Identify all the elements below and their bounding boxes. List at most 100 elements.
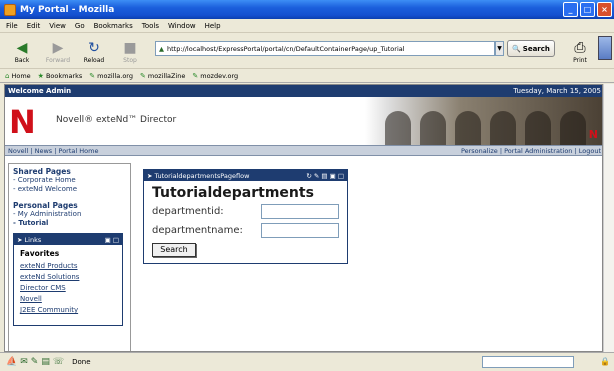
favorite-link[interactable]: J2EE Community bbox=[20, 305, 116, 316]
menu-view[interactable]: View bbox=[49, 22, 66, 30]
favorites-title: Favorites bbox=[20, 249, 60, 258]
search-icon: 🔍 bbox=[512, 44, 521, 53]
refresh-icon[interactable]: ↻ bbox=[306, 172, 311, 180]
home-icon: ⌂ bbox=[5, 71, 10, 80]
menu-tools[interactable]: Tools bbox=[142, 22, 159, 30]
portlet-controls: ↻ ✎ ▤ ▣ □ bbox=[306, 172, 344, 180]
page-content: Welcome Admin Tuesday, March 15, 2005 N … bbox=[4, 84, 603, 352]
departmentid-input[interactable] bbox=[261, 204, 339, 219]
departmentid-label: departmentid: bbox=[152, 206, 224, 217]
back-arrow-icon: ◀ bbox=[16, 40, 28, 56]
activity-throbber bbox=[598, 36, 612, 60]
reload-label: Reload bbox=[83, 57, 105, 64]
status-bar: ⛵ ✉ ✎ ▤ ☏ Done 🔒 bbox=[0, 352, 614, 371]
bookmark-mozilla-org[interactable]: ✎ mozilla.org bbox=[89, 72, 133, 80]
minimize-button[interactable]: _ bbox=[563, 2, 578, 17]
page-favicon-icon: ▲ bbox=[159, 44, 164, 53]
minimize-portlet-icon[interactable]: ▣ bbox=[330, 172, 336, 180]
welcome-text: Welcome Admin bbox=[8, 87, 72, 95]
url-text: http://localhost/ExpressPortal/portal/cn… bbox=[167, 44, 405, 53]
stop-icon: ■ bbox=[123, 40, 137, 56]
menu-bookmarks[interactable]: Bookmarks bbox=[94, 22, 133, 30]
departmentname-row: departmentname: bbox=[152, 221, 339, 240]
edit-icon[interactable]: ✎ bbox=[314, 172, 319, 180]
menu-bar: File Edit View Go Bookmarks Tools Window… bbox=[0, 19, 614, 33]
bookmark-mozillazine-label: mozillaZine bbox=[147, 71, 186, 80]
tutorial-portlet-header-title: TutorialdepartmentsPageflow bbox=[154, 171, 250, 180]
progress-area bbox=[482, 356, 574, 368]
maximize-portlet-icon[interactable]: □ bbox=[338, 172, 344, 180]
forward-label: Forward bbox=[45, 57, 71, 64]
bookmark-home[interactable]: ⌂ Home bbox=[5, 72, 31, 80]
reload-button[interactable]: ↻ Reload bbox=[76, 33, 112, 67]
personal-page-link-active[interactable]: - Tutorial bbox=[13, 219, 126, 228]
portlet-arrow-icon: ➤ bbox=[17, 235, 23, 244]
stop-label: Stop bbox=[123, 57, 137, 64]
bookmark-mozdev[interactable]: ✎ mozdev.org bbox=[192, 72, 238, 80]
mozilla-app-icon bbox=[4, 3, 16, 16]
menu-go[interactable]: Go bbox=[75, 22, 85, 30]
status-text: Done bbox=[72, 358, 91, 366]
maximize-portlet-icon[interactable]: □ bbox=[113, 236, 119, 244]
arches-banner-image: N bbox=[365, 97, 602, 145]
reload-icon: ↻ bbox=[88, 40, 100, 56]
personal-page-link[interactable]: - My Administration bbox=[13, 210, 126, 219]
favorite-link[interactable]: exteNd Products bbox=[20, 261, 116, 272]
print-label: Print bbox=[573, 57, 587, 64]
shared-pages-title: Shared Pages bbox=[13, 167, 71, 176]
bookmark-mozilla-org-label: mozilla.org bbox=[97, 71, 133, 80]
menu-file[interactable]: File bbox=[6, 22, 18, 30]
bookmarks-toolbar: ⌂ Home ★ Bookmarks ✎ mozilla.org ✎ mozillaZi… bbox=[0, 69, 614, 83]
minimize-portlet-icon[interactable]: ▣ bbox=[105, 236, 111, 244]
links-portlet-title: Links bbox=[24, 235, 42, 244]
shared-page-link[interactable]: - exteNd Welcome bbox=[13, 185, 126, 194]
bookmark-mozillazine[interactable]: ✎ mozillaZine bbox=[140, 72, 185, 80]
navigation-toolbar: ◀ Back ▶ Forward ↻ Reload ■ Stop ▲ http:… bbox=[0, 33, 614, 69]
menu-help[interactable]: Help bbox=[205, 22, 221, 30]
departmentname-label: departmentname: bbox=[152, 225, 243, 236]
top-links-right[interactable]: Personalize | Portal Administration | Lo… bbox=[461, 147, 601, 155]
url-input[interactable]: ▲ http://localhost/ExpressPortal/portal/… bbox=[155, 41, 495, 56]
help-icon[interactable]: ▤ bbox=[321, 172, 327, 180]
favorite-link[interactable]: Novell bbox=[20, 294, 116, 305]
window-controls: _ □ × bbox=[563, 2, 612, 17]
portal-links-bar: Novell | News | Portal Home Personalize … bbox=[5, 145, 602, 156]
chat-icon[interactable]: ☏ bbox=[53, 357, 64, 367]
top-links-left[interactable]: Novell | News | Portal Home bbox=[8, 147, 98, 155]
stop-button[interactable]: ■ Stop bbox=[112, 33, 148, 67]
back-button[interactable]: ◀ Back bbox=[4, 33, 40, 67]
mozilla-icon: ✎ bbox=[89, 71, 96, 80]
bookmark-home-label: Home bbox=[11, 71, 31, 80]
addressbook-icon[interactable]: ▤ bbox=[41, 357, 50, 367]
maximize-button[interactable]: □ bbox=[580, 2, 595, 17]
tutorial-portlet-body: Tutorialdepartments departmentid: depart… bbox=[144, 181, 347, 260]
department-search-button[interactable]: Search bbox=[152, 243, 196, 257]
printer-icon: ⎙ bbox=[574, 40, 586, 56]
tutorial-title: Tutorialdepartments bbox=[152, 185, 314, 201]
search-button[interactable]: 🔍 Search bbox=[507, 40, 555, 57]
favorite-link[interactable]: Director CMS bbox=[20, 283, 116, 294]
status-toolbar-icons: ⛵ ✉ ✎ ▤ ☏ bbox=[6, 357, 64, 367]
search-label: Search bbox=[522, 44, 550, 53]
portlet-arrow-icon: ➤ bbox=[147, 171, 153, 180]
bookmark-bookmarks[interactable]: ★ Bookmarks bbox=[38, 72, 83, 80]
mail-icon[interactable]: ✉ bbox=[20, 357, 28, 367]
departmentname-input[interactable] bbox=[261, 223, 339, 238]
tutorial-portlet-header: ➤ TutorialdepartmentsPageflow ↻ ✎ ▤ ▣ □ bbox=[144, 170, 347, 181]
favorite-link[interactable]: exteNd Solutions bbox=[20, 272, 116, 283]
menu-edit[interactable]: Edit bbox=[27, 22, 41, 30]
shared-page-link[interactable]: - Corporate Home bbox=[13, 176, 126, 185]
forward-button[interactable]: ▶ Forward bbox=[40, 33, 76, 67]
welcome-bar: Welcome Admin Tuesday, March 15, 2005 bbox=[5, 85, 602, 97]
navigator-icon[interactable]: ⛵ bbox=[6, 357, 17, 367]
page-scrollbar[interactable] bbox=[603, 84, 614, 352]
menu-window[interactable]: Window bbox=[168, 22, 196, 30]
bookmark-mozdev-label: mozdev.org bbox=[200, 71, 239, 80]
print-button[interactable]: ⎙ Print bbox=[566, 35, 594, 67]
forward-arrow-icon: ▶ bbox=[52, 40, 64, 56]
url-dropdown-button[interactable]: ▼ bbox=[495, 41, 504, 56]
window-titlebar: My Portal - Mozilla _ □ × bbox=[0, 0, 614, 19]
composer-icon[interactable]: ✎ bbox=[31, 357, 39, 367]
close-button[interactable]: × bbox=[597, 2, 612, 17]
links-portlet: ➤ Links ▣ □ Favorites exteNd Products ex… bbox=[13, 233, 123, 326]
